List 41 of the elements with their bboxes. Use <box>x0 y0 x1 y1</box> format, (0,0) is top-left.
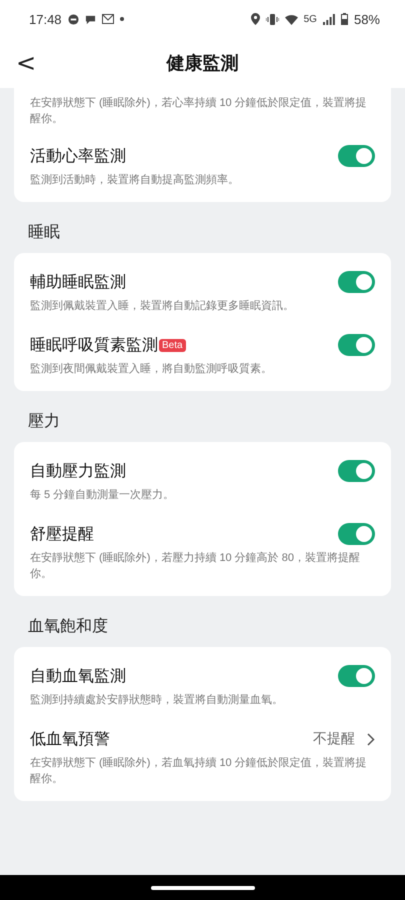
section-heading: 壓力 <box>27 412 61 432</box>
battery-percentage: 58% <box>354 12 380 26</box>
beta-badge: Beta <box>159 338 186 352</box>
chevron-right-icon <box>367 732 375 746</box>
setting-description: 每 5 分鐘自動測量一次壓力。 <box>30 488 176 503</box>
setting-description: 監測到夜間佩戴裝置入睡，將自動監測呼吸質素。 <box>30 362 273 377</box>
setting-title: 活動心率監測 <box>30 146 126 166</box>
section-heading: 血氧飽和度 <box>27 616 109 637</box>
toggle-switch[interactable] <box>338 665 375 687</box>
setting-title: 舒壓提醒 <box>30 524 94 544</box>
setting-title: 輔助睡眠監測 <box>30 272 126 292</box>
toggle-switch[interactable] <box>338 334 375 356</box>
setting-title: 自動血氧監測 <box>30 666 126 686</box>
setting-title: 低血氧預警 <box>30 730 110 750</box>
setting-description: 監測到佩戴裝置入睡，裝置將自動記錄更多睡眠資訊。 <box>30 299 295 314</box>
toggle-switch[interactable] <box>338 271 375 293</box>
setting-description: 在安靜狀態下 (睡眠除外)，若心率持續 10 分鐘低於限定值，裝置將提醒你。 <box>30 96 368 127</box>
mail-icon <box>102 14 114 24</box>
toggle-switch[interactable] <box>338 145 375 167</box>
setting-description: 監測到持續處於安靜狀態時，裝置將自動測量血氧。 <box>30 692 284 708</box>
toggle-switch[interactable] <box>338 460 375 482</box>
network-type: 5G <box>304 14 317 24</box>
wifi-icon <box>284 14 298 24</box>
page-title: 健康監測 <box>166 52 238 75</box>
setting-description: 在安靜狀態下 (睡眠除外)，若血氧持續 10 分鐘低於限定值，裝置將提醒你。 <box>30 756 368 787</box>
section-heading: 睡眠 <box>27 222 61 243</box>
signal-icon <box>322 14 335 24</box>
setting-description: 在安靜狀態下 (睡眠除外)，若壓力持續 10 分鐘高於 80，裝置將提醒你。 <box>30 550 362 582</box>
battery-icon <box>340 13 348 25</box>
dot-icon <box>120 17 124 21</box>
setting-title: 自動壓力監測 <box>30 462 126 482</box>
setting-description: 監測到活動時，裝置將自動提高監測頻率。 <box>30 172 240 188</box>
status-time: 17:48 <box>29 12 62 26</box>
toggle-switch[interactable] <box>338 523 375 545</box>
vibrate-icon <box>266 14 279 24</box>
location-icon <box>250 13 260 25</box>
value-link[interactable]: 不提醒 <box>313 730 375 748</box>
chat-icon <box>68 14 79 24</box>
back-button[interactable]: < <box>12 50 40 76</box>
setting-title: 睡眠呼吸質素監測 <box>30 336 158 356</box>
message-icon <box>84 14 96 24</box>
